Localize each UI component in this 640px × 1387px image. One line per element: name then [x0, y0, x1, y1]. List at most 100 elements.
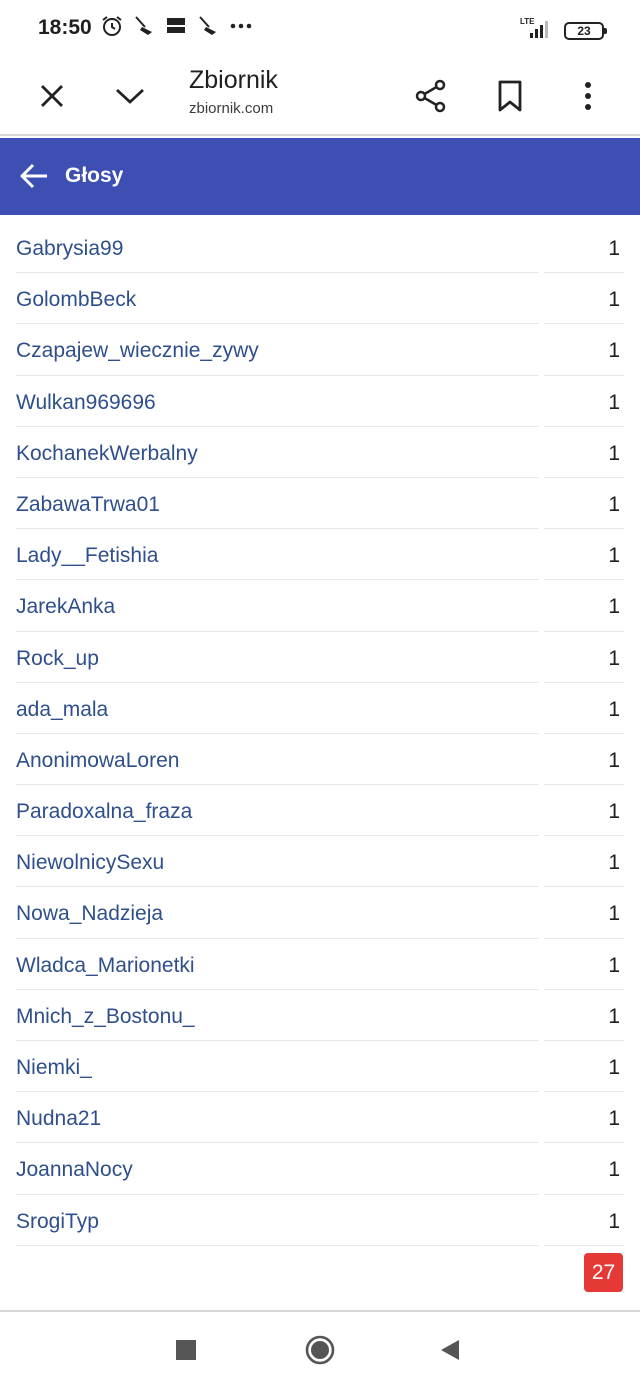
vote-row[interactable]: KochanekWerbalny 1 [16, 427, 624, 478]
temu-icon [164, 14, 188, 38]
vote-count: 1 [608, 441, 620, 465]
kebab-menu-icon [585, 82, 591, 110]
vote-count: 1 [608, 492, 620, 516]
home-circle-icon [305, 1335, 335, 1365]
bookmark-icon [498, 80, 522, 112]
signal-icon: LTE [520, 16, 554, 45]
voter-name[interactable]: NiewolnicySexu [16, 851, 164, 875]
voter-name[interactable]: KochanekWerbalny [16, 442, 198, 466]
status-right-group: LTE 23 [520, 16, 607, 45]
vote-row[interactable]: Mnich_z_Bostonu_ 1 [16, 990, 624, 1041]
vote-count: 1 [608, 595, 620, 619]
system-back-button[interactable] [430, 1330, 470, 1370]
voter-name[interactable]: Wulkan969696 [16, 391, 156, 415]
voter-name[interactable]: SrogiTyp [16, 1210, 99, 1234]
vote-row[interactable]: Lady__Fetishia 1 [16, 529, 624, 581]
vote-count: 1 [608, 748, 620, 772]
vote-row[interactable]: Paradoxalna_fraza 1 [16, 785, 624, 837]
vote-row[interactable]: ada_mala 1 [16, 683, 624, 734]
vote-count: 1 [608, 800, 620, 824]
voter-name[interactable]: GolombBeck [16, 288, 136, 312]
voter-name[interactable]: Nudna21 [16, 1107, 101, 1131]
broom-icon [132, 14, 156, 38]
vote-count: 1 [608, 697, 620, 721]
recents-square-icon [176, 1340, 196, 1360]
arrow-left-icon [20, 163, 47, 189]
home-button[interactable] [300, 1330, 340, 1370]
status-time: 18:50 [38, 16, 92, 39]
voter-name[interactable]: JoannaNocy [16, 1158, 133, 1182]
divider [544, 1244, 624, 1246]
svg-text:LTE: LTE [520, 17, 535, 26]
vote-row[interactable]: Niemki_ 1 [16, 1041, 624, 1093]
status-bar: 18:50 LTE 23 [0, 0, 640, 56]
voter-name[interactable]: Mnich_z_Bostonu_ [16, 1005, 195, 1029]
voter-name[interactable]: Wladca_Marionetki [16, 954, 195, 978]
voter-name[interactable]: ZabawaTrwa01 [16, 493, 160, 517]
vote-count: 1 [608, 544, 620, 568]
header-title: Głosy [65, 164, 124, 187]
vote-count: 1 [608, 953, 620, 977]
app-header: Głosy [0, 138, 640, 215]
vote-count: 1 [608, 288, 620, 312]
voter-name[interactable]: Nowa_Nadzieja [16, 902, 163, 926]
vote-row[interactable]: Nowa_Nadzieja 1 [16, 887, 624, 939]
bookmark-button[interactable] [486, 72, 534, 120]
alarm-icon [100, 14, 124, 38]
close-icon [41, 85, 63, 107]
vote-row[interactable]: Wladca_Marionetki 1 [16, 939, 624, 990]
vote-row[interactable]: GolombBeck 1 [16, 273, 624, 325]
vote-row[interactable]: JoannaNocy 1 [16, 1143, 624, 1195]
collapse-button[interactable] [106, 72, 154, 120]
close-button[interactable] [28, 72, 76, 120]
vote-row[interactable]: Wulkan969696 1 [16, 376, 624, 427]
status-notification-icons [100, 14, 254, 38]
voter-name[interactable]: ada_mala [16, 698, 108, 722]
more-icon [228, 14, 254, 38]
vote-row[interactable]: Nudna21 1 [16, 1092, 624, 1144]
chevron-down-icon [116, 88, 144, 104]
voter-name[interactable]: Niemki_ [16, 1056, 92, 1080]
voter-name[interactable]: Gabrysia99 [16, 237, 123, 261]
vote-row[interactable]: JarekAnka 1 [16, 580, 624, 632]
vote-row[interactable]: Czapajew_wiecznie_zywy 1 [16, 324, 624, 376]
voter-name[interactable]: AnonimowaLoren [16, 749, 179, 773]
page-title: Zbiornik [189, 66, 278, 94]
battery-indicator: 23 [564, 21, 607, 40]
vote-row[interactable]: Rock_up 1 [16, 632, 624, 683]
vote-row[interactable]: ZabawaTrwa01 1 [16, 478, 624, 530]
share-icon [415, 79, 446, 113]
vote-row[interactable]: SrogiTyp 1 [16, 1195, 624, 1246]
notification-count-badge[interactable]: 27 [584, 1253, 623, 1292]
vote-row[interactable]: AnonimowaLoren 1 [16, 734, 624, 786]
vote-count: 1 [608, 390, 620, 414]
voter-name[interactable]: Rock_up [16, 647, 99, 671]
voter-name[interactable]: Czapajew_wiecznie_zywy [16, 339, 259, 363]
system-nav-bar [0, 1310, 640, 1387]
vote-count: 1 [608, 1209, 620, 1233]
votes-list: Gabrysia99 1 GolombBeck 1 Czapajew_wiecz… [16, 222, 624, 1246]
browser-toolbar: Zbiornik zbiornik.com [0, 56, 640, 136]
share-button[interactable] [407, 72, 455, 120]
vote-row[interactable]: Gabrysia99 1 [16, 222, 624, 274]
vote-row[interactable]: NiewolnicySexu 1 [16, 836, 624, 888]
voter-name[interactable]: JarekAnka [16, 595, 115, 619]
voter-name[interactable]: Lady__Fetishia [16, 544, 158, 568]
vote-count: 1 [608, 1158, 620, 1182]
vote-count: 1 [608, 646, 620, 670]
back-button[interactable] [14, 156, 54, 196]
vote-count: 1 [608, 1107, 620, 1131]
menu-button[interactable] [564, 72, 612, 120]
divider [16, 1244, 539, 1246]
vote-count: 1 [608, 339, 620, 363]
back-triangle-icon [441, 1340, 459, 1360]
voter-name[interactable]: Paradoxalna_fraza [16, 800, 192, 824]
vote-count: 1 [608, 851, 620, 875]
vote-count: 1 [608, 237, 620, 260]
recents-button[interactable] [166, 1330, 206, 1370]
vote-count: 1 [608, 902, 620, 926]
vote-count: 1 [608, 1056, 620, 1079]
vote-count: 1 [608, 1004, 620, 1028]
broom-icon [196, 14, 220, 38]
page-url: zbiornik.com [189, 100, 274, 117]
